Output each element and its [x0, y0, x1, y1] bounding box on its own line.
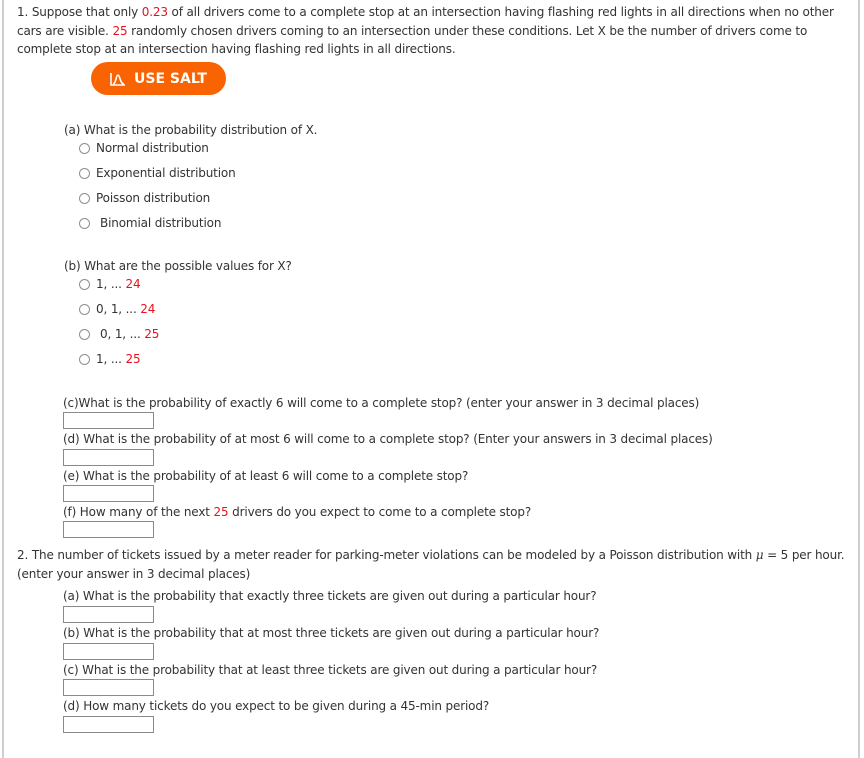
- radio-button[interactable]: [79, 142, 90, 154]
- salt-chart-icon: [110, 72, 126, 86]
- q2-intro-text: = 5 per hour.: [763, 548, 845, 562]
- option-prefix: 1, ...: [96, 277, 126, 291]
- option-value: 24: [140, 302, 156, 316]
- radio-button[interactable]: [79, 353, 90, 365]
- option-label: Poisson distribution: [96, 191, 211, 205]
- option-values-0-to-24[interactable]: 0, 1, ... 24: [79, 302, 155, 316]
- option-value: 25: [125, 352, 141, 366]
- use-salt-button[interactable]: USE SALT: [91, 62, 226, 95]
- q2-part-c-question: (c) What is the probability that at leas…: [63, 663, 598, 677]
- q1-part-e-question: (e) What is the probability of at least …: [63, 469, 469, 483]
- q1-part-f-question: (f) How many of the next 25 drivers do y…: [63, 505, 531, 519]
- q2-part-b-question: (b) What is the probability that at most…: [63, 626, 600, 640]
- q1-part-c-question: (c)What is the probability of exactly 6 …: [63, 396, 700, 410]
- q1-intro-text: 1. Suppose that only: [17, 5, 142, 19]
- q1-part-e-answer-input[interactable]: [63, 485, 154, 502]
- q2-part-c-answer-input[interactable]: [63, 679, 154, 696]
- q1-part-d-question: (d) What is the probability of at most 6…: [63, 432, 713, 446]
- q1-part-d-answer-input[interactable]: [63, 449, 154, 466]
- option-label: Normal distribution: [96, 141, 209, 155]
- radio-button[interactable]: [79, 217, 90, 229]
- option-exponential-distribution[interactable]: Exponential distribution: [79, 166, 236, 180]
- option-values-1-to-25[interactable]: 1, ... 25: [79, 352, 141, 366]
- option-value: 25: [144, 327, 160, 341]
- option-prefix: 0, 1, ...: [96, 302, 141, 316]
- q1-part-f-text: drivers do you expect to come to a compl…: [228, 505, 532, 519]
- radio-button[interactable]: [79, 328, 90, 340]
- q1-probability-value: 0.23: [141, 5, 168, 19]
- q1-intro: 1. Suppose that only 0.23 of all drivers…: [17, 3, 847, 59]
- radio-button[interactable]: [79, 167, 90, 179]
- q1-sample-size-value: 25: [112, 23, 128, 38]
- option-binomial-distribution[interactable]: Binomial distribution: [79, 216, 221, 230]
- radio-button[interactable]: [79, 192, 90, 204]
- option-values-0-to-25[interactable]: 0, 1, ... 25: [79, 327, 159, 341]
- option-label: Exponential distribution: [96, 166, 236, 180]
- q2-part-d-question: (d) How many tickets do you expect to be…: [63, 699, 490, 713]
- use-salt-label: USE SALT: [134, 70, 207, 87]
- q1-intro-text: randomly chosen drivers coming to an int…: [17, 23, 808, 57]
- option-poisson-distribution[interactable]: Poisson distribution: [79, 191, 210, 205]
- option-label: Binomial distribution: [100, 216, 222, 230]
- q2-intro: 2. The number of tickets issued by a met…: [17, 548, 845, 562]
- q2-intro-instruction: (enter your answer in 3 decimal places): [17, 567, 251, 581]
- q2-part-b-answer-input[interactable]: [63, 643, 154, 660]
- q2-part-d-answer-input[interactable]: [63, 716, 154, 733]
- radio-button[interactable]: [79, 303, 90, 315]
- q1-part-a-question: (a) What is the probability distribution…: [64, 123, 318, 137]
- option-prefix: 1, ...: [96, 352, 126, 366]
- option-value: 24: [125, 277, 141, 291]
- radio-button[interactable]: [79, 278, 90, 290]
- option-normal-distribution[interactable]: Normal distribution: [79, 141, 209, 155]
- q2-intro-text: 2. The number of tickets issued by a met…: [17, 548, 756, 562]
- q2-part-a-question: (a) What is the probability that exactly…: [63, 589, 597, 603]
- q2-part-a-answer-input[interactable]: [63, 606, 154, 623]
- option-prefix: 0, 1, ...: [100, 327, 145, 341]
- q1-part-b-question: (b) What are the possible values for X?: [64, 259, 292, 273]
- q1-part-c-answer-input[interactable]: [63, 412, 154, 429]
- q1-part-f-answer-input[interactable]: [63, 521, 154, 538]
- option-values-1-to-24[interactable]: 1, ... 24: [79, 277, 141, 291]
- q1-part-f-text: (f) How many of the next: [63, 505, 214, 519]
- q1-part-f-count-value: 25: [213, 505, 229, 519]
